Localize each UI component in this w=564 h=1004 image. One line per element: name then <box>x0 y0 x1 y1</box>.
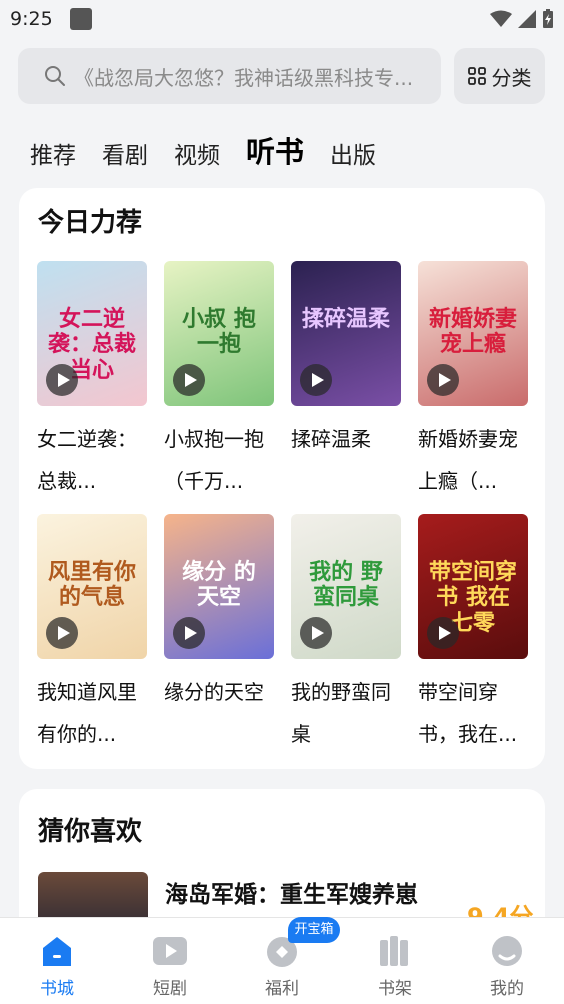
play-icon[interactable] <box>173 617 205 649</box>
tab-publishing[interactable]: 出版 <box>330 142 376 172</box>
cover-title-art: 缘分 的天空 <box>182 559 256 611</box>
section-title: 猜你喜欢 <box>38 817 143 847</box>
book-title[interactable]: 女二逆袭：总裁... <box>37 418 149 502</box>
search-icon <box>45 66 65 86</box>
book-cover[interactable]: 新婚娇妻 宠上瘾 <box>418 261 528 406</box>
play-icon[interactable] <box>300 364 332 396</box>
book-title[interactable]: 海岛军婚：重生军嫂养崽 <box>165 875 418 909</box>
book-item[interactable]: 缘分 的天空缘分的天空 <box>164 514 274 755</box>
nav-label: 书城 <box>40 979 74 999</box>
book-item[interactable]: 我的 野蛮同桌我的野蛮同桌 <box>291 514 401 755</box>
book-item[interactable]: 带空间穿书 我在七零带空间穿书，我在... <box>418 514 528 755</box>
book-title[interactable]: 我的野蛮同桌 <box>291 671 403 755</box>
cover-title-art: 新婚娇妻 宠上瘾 <box>428 306 517 358</box>
grid-icon <box>467 67 486 85</box>
play-icon[interactable] <box>427 364 459 396</box>
tab-audiobook[interactable]: 听书 <box>246 134 304 172</box>
today-recommend-card: 今日力荐 女二逆袭：总裁 当心 女二逆袭：总裁... 小叔 抱一抱 小叔抱一抱（千万.… <box>19 188 545 769</box>
play-video-icon <box>153 937 187 965</box>
battery-icon <box>543 9 553 28</box>
cover-title-art: 揉碎温柔 <box>301 306 390 332</box>
category-button[interactable]: 分类 <box>454 48 545 104</box>
book-title[interactable]: 缘分的天空 <box>164 671 276 755</box>
book-title[interactable]: 我知道风里有你的... <box>37 671 149 755</box>
notification-icon <box>70 8 92 30</box>
nav-label: 书架 <box>378 979 412 999</box>
signal-icon <box>518 10 536 28</box>
status-time: 9:25 <box>10 8 53 30</box>
book-cover[interactable]: 缘分 的天空 <box>164 514 274 659</box>
search-bar[interactable]: 《战忽局大忽悠？我神话级黑科技专... <box>18 48 441 104</box>
nav-label: 短剧 <box>153 979 187 999</box>
book-title[interactable]: 小叔抱一抱（千万... <box>164 418 276 502</box>
book-item[interactable]: 揉碎温柔 揉碎温柔 <box>291 261 401 502</box>
book-title[interactable]: 新婚娇妻宠上瘾（... <box>418 418 530 502</box>
section-title: 今日力荐 <box>38 208 143 238</box>
top-tabs: 推荐 看剧 视频 听书 出版 <box>30 122 402 172</box>
nav-label: 福利 <box>265 979 299 999</box>
book-cover[interactable]: 我的 野蛮同桌 <box>291 514 401 659</box>
book-cover[interactable]: 风里有你 的气息 <box>37 514 147 659</box>
play-icon[interactable] <box>46 617 78 649</box>
wifi-icon <box>490 10 512 27</box>
category-label: 分类 <box>491 65 532 90</box>
tab-drama[interactable]: 看剧 <box>102 142 148 172</box>
book-cover[interactable]: 女二逆袭：总裁 当心 <box>37 261 147 406</box>
bookshelf-icon <box>380 936 408 966</box>
status-bar: 9:25 <box>0 0 564 40</box>
cover-title-art: 我的 野蛮同桌 <box>309 559 383 611</box>
home-icon <box>43 937 71 966</box>
cover-title-art: 小叔 抱一抱 <box>182 306 256 358</box>
profile-icon <box>492 936 522 966</box>
book-cover[interactable]: 小叔 抱一抱 <box>164 261 274 406</box>
nav-item-profile[interactable]: 我的 <box>457 918 557 1004</box>
open-chest-badge[interactable]: 开宝箱 <box>288 917 340 943</box>
book-title[interactable]: 带空间穿书，我在... <box>418 671 530 755</box>
status-icons <box>490 9 554 29</box>
book-item[interactable]: 风里有你 的气息我知道风里有你的... <box>37 514 147 755</box>
play-icon[interactable] <box>46 364 78 396</box>
bottom-nav: 书城 短剧 福利 书架 我的 <box>0 917 564 1004</box>
cover-title-art: 风里有你 的气息 <box>47 559 136 611</box>
book-cover[interactable]: 带空间穿书 我在七零 <box>418 514 528 659</box>
book-item[interactable]: 新婚娇妻 宠上瘾新婚娇妻宠上瘾（... <box>418 261 528 502</box>
book-item[interactable]: 小叔 抱一抱小叔抱一抱（千万... <box>164 261 274 502</box>
nav-label: 我的 <box>490 979 524 999</box>
nav-item-short-drama[interactable]: 短剧 <box>120 918 220 1004</box>
play-icon[interactable] <box>173 364 205 396</box>
tab-video[interactable]: 视频 <box>174 142 220 172</box>
play-icon[interactable] <box>300 617 332 649</box>
tab-recommend[interactable]: 推荐 <box>30 142 76 172</box>
play-icon[interactable] <box>427 617 459 649</box>
nav-item-bookshelf[interactable]: 书架 <box>345 918 445 1004</box>
nav-item-bookstore[interactable]: 书城 <box>7 918 107 1004</box>
book-cover[interactable]: 揉碎温柔 <box>291 261 401 406</box>
book-title[interactable]: 揉碎温柔 <box>291 418 403 502</box>
search-placeholder: 《战忽局大忽悠？我神话级黑科技专... <box>74 65 414 90</box>
book-item[interactable]: 女二逆袭：总裁 当心女二逆袭：总裁... <box>37 261 147 502</box>
